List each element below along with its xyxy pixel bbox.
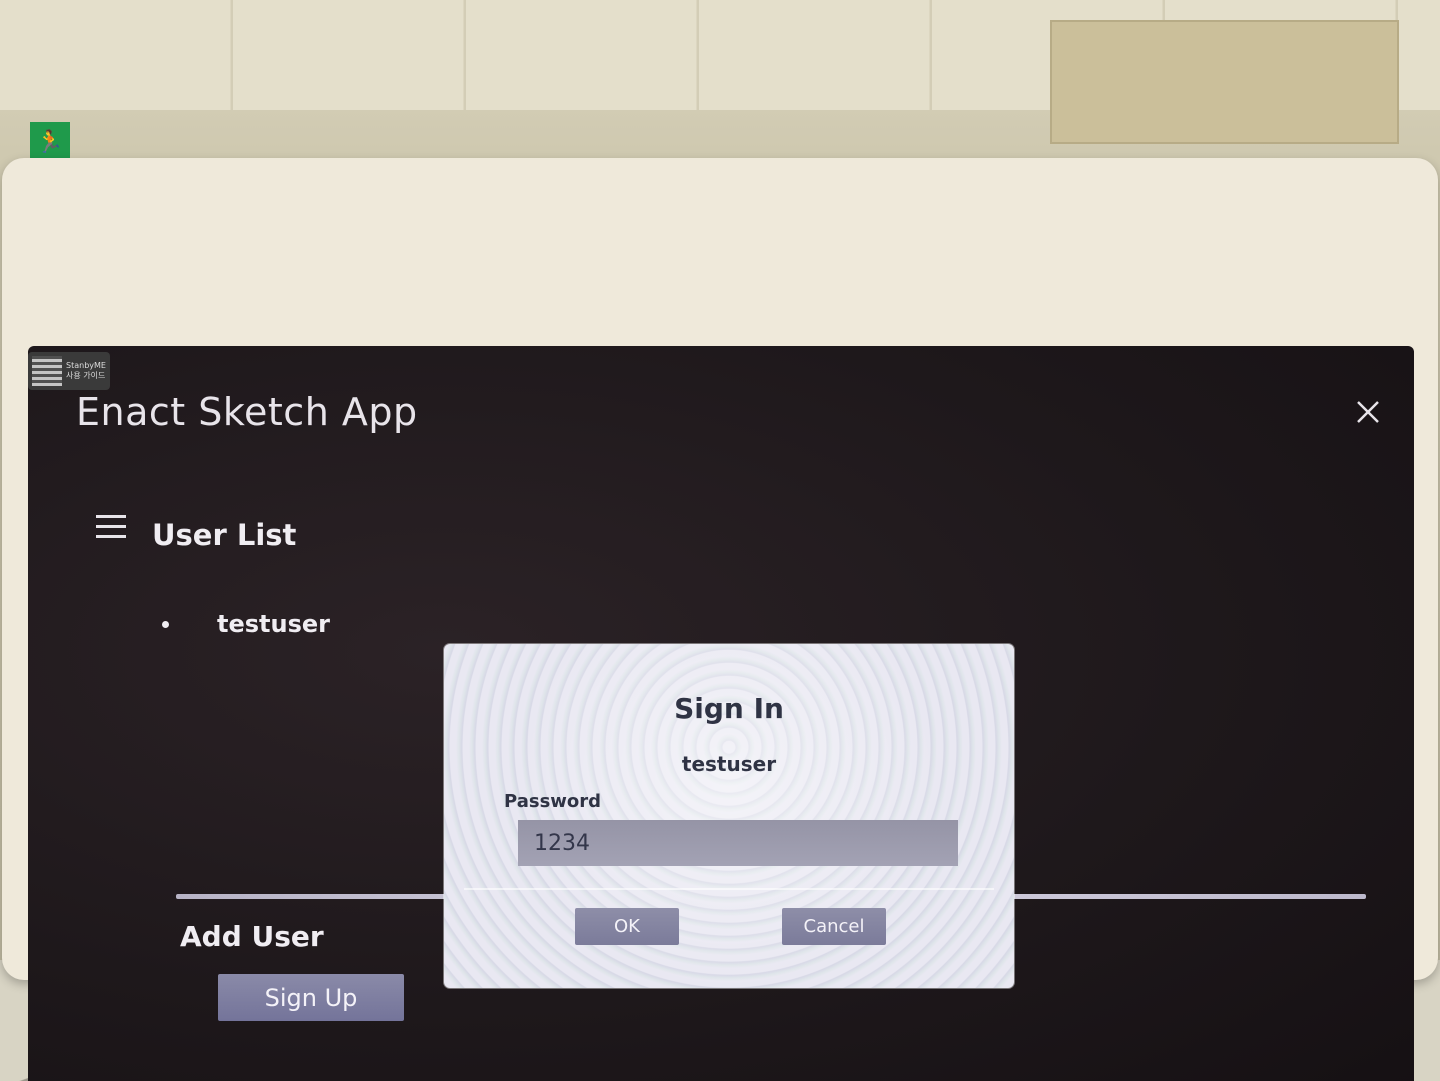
qr-text-line2: 사용 가이드	[66, 371, 106, 380]
cancel-button[interactable]: Cancel	[782, 908, 886, 945]
monitor-bezel: StanbyME 사용 가이드 Enact Sketch App User Li…	[2, 158, 1438, 1081]
ok-button[interactable]: OK	[575, 908, 679, 945]
app-title: Enact Sketch App	[76, 390, 418, 434]
qr-guide-badge: StanbyME 사용 가이드	[28, 352, 110, 390]
dialog-divider	[464, 888, 994, 890]
close-icon	[1357, 401, 1379, 423]
user-list-item-label: testuser	[217, 610, 330, 638]
close-button[interactable]	[1348, 392, 1388, 432]
qr-text-line1: StanbyME	[66, 361, 106, 370]
qr-guide-text: StanbyME 사용 가이드	[66, 361, 106, 381]
wall-panel	[1050, 20, 1399, 144]
bullet-icon	[162, 620, 169, 628]
hamburger-menu-icon[interactable]	[94, 512, 128, 542]
password-label: Password	[504, 791, 602, 812]
qr-code-icon	[32, 356, 62, 386]
dialog-username: testuser	[681, 752, 777, 776]
sign-in-dialog: Sign In testuser Password 1234 OK Cancel	[444, 644, 1014, 988]
user-list-item[interactable]: testuser	[162, 610, 330, 638]
user-list-heading: User List	[152, 518, 297, 552]
password-field[interactable]: 1234	[518, 820, 958, 866]
exit-sign-icon: 🏃	[30, 122, 70, 162]
dialog-title: Sign In	[674, 692, 784, 725]
app-screen: StanbyME 사용 가이드 Enact Sketch App User Li…	[28, 346, 1414, 1081]
sign-up-button[interactable]: Sign Up	[218, 974, 404, 1021]
room-background: 🏃 StanbyME 사용 가이드 Enact Sketch App User …	[0, 0, 1440, 1081]
add-user-heading: Add User	[180, 920, 324, 953]
